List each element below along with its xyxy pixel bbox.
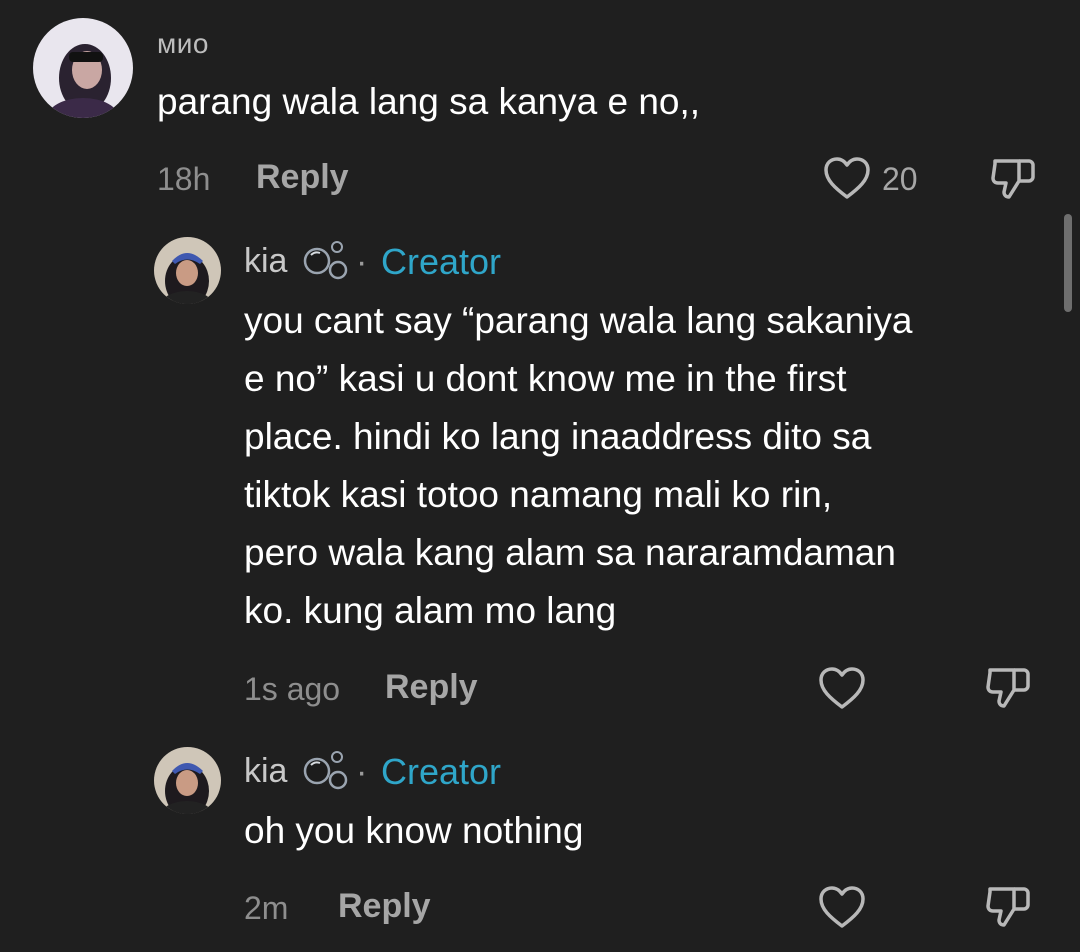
bubbles-emoji-icon bbox=[301, 749, 351, 793]
comment-username[interactable]: kia bbox=[244, 242, 287, 281]
thumbs-down-icon[interactable] bbox=[984, 883, 1032, 931]
comment-timestamp: 2m bbox=[244, 890, 289, 926]
reply-item: kia · Creator oh you know nothing 2m Rep… bbox=[0, 735, 1080, 952]
comment-text: oh you know nothing bbox=[244, 810, 584, 851]
comment-username[interactable]: мио bbox=[157, 28, 209, 60]
creator-badge: Creator bbox=[381, 241, 502, 282]
bubbles-emoji-icon bbox=[301, 239, 351, 283]
heart-icon[interactable] bbox=[818, 885, 866, 929]
comment-timestamp: 1s ago bbox=[244, 671, 341, 707]
separator-dot: · bbox=[356, 753, 368, 791]
comment-text-line: pero wala kang alam sa nararamdaman bbox=[244, 532, 896, 573]
comment-timestamp: 18h bbox=[157, 161, 211, 197]
comment-text: you cant say “parang wala lang sakaniya … bbox=[244, 292, 1044, 640]
comment-text-line: e no” kasi u dont know me in the first bbox=[244, 358, 847, 399]
reply-button[interactable]: Reply bbox=[385, 668, 478, 707]
avatar-image bbox=[154, 747, 221, 814]
avatar[interactable] bbox=[33, 18, 133, 118]
comment-text: parang wala lang sa kanya e no,, bbox=[157, 81, 701, 122]
reply-button[interactable]: Reply bbox=[256, 158, 349, 197]
avatar[interactable] bbox=[154, 237, 221, 304]
like-count: 20 bbox=[882, 161, 918, 197]
comment-text-line: you cant say “parang wala lang sakaniya bbox=[244, 300, 913, 341]
heart-icon[interactable] bbox=[823, 156, 871, 200]
comment-text-line: tiktok kasi totoo namang mali ko rin, bbox=[244, 474, 833, 515]
heart-icon[interactable] bbox=[818, 666, 866, 710]
thumbs-down-icon[interactable] bbox=[989, 155, 1037, 203]
avatar-image bbox=[154, 237, 221, 304]
avatar[interactable] bbox=[154, 747, 221, 814]
comment-text-line: place. hindi ko lang inaaddress dito sa bbox=[244, 416, 872, 457]
avatar-image bbox=[33, 18, 133, 118]
reply-button[interactable]: Reply bbox=[338, 887, 431, 926]
separator-dot: · bbox=[356, 243, 368, 281]
creator-badge: Creator bbox=[381, 751, 502, 792]
comment-username[interactable]: kia bbox=[244, 752, 287, 791]
reply-item: kia · Creator you cant say “parang wala … bbox=[0, 225, 1080, 725]
comment-item: мио parang wala lang sa kanya e no,, 18h… bbox=[0, 0, 1080, 220]
thumbs-down-icon[interactable] bbox=[984, 664, 1032, 712]
comment-text-line: ko. kung alam mo lang bbox=[244, 590, 617, 631]
